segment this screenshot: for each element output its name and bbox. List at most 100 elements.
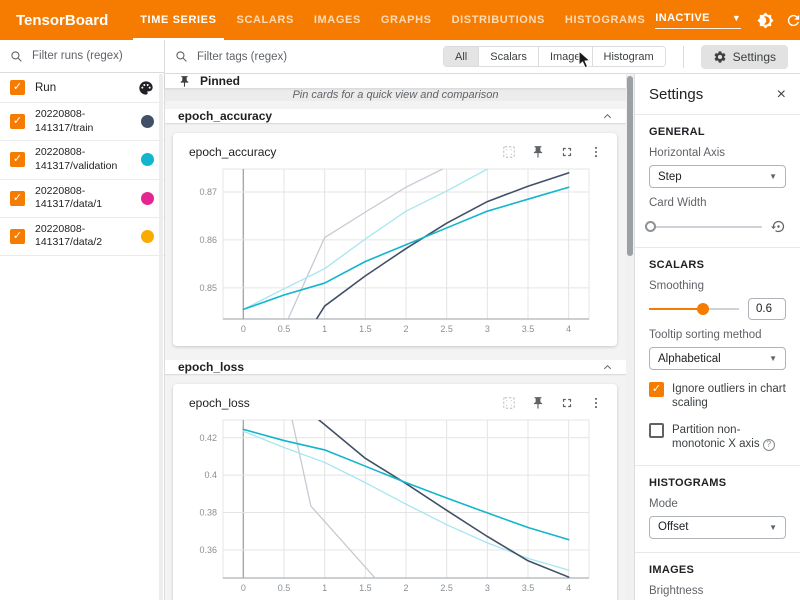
svg-text:0.36: 0.36 <box>199 545 217 555</box>
chip-scalars[interactable]: Scalars <box>479 47 539 66</box>
partition-x-row[interactable]: ✓ Partition non-monotonic X axis? <box>649 423 786 452</box>
run-row-validation[interactable]: ✓ 20220808-141317/validation <box>0 141 164 179</box>
section-title: SCALARS <box>649 259 786 271</box>
tab-time-series[interactable]: TIME SERIES <box>130 0 226 40</box>
main-scrollbar[interactable] <box>626 74 634 600</box>
section-title: epoch_accuracy <box>178 109 272 123</box>
chevron-up-icon[interactable] <box>602 111 613 122</box>
run-checkbox[interactable]: ✓ <box>10 152 25 167</box>
epoch-loss-card: epoch_loss <box>173 384 617 600</box>
fullscreen-icon[interactable] <box>560 396 574 410</box>
chip-image[interactable]: Image <box>539 47 593 66</box>
data-table-toggle-icon[interactable] <box>502 145 516 159</box>
chevron-down-icon: ▼ <box>769 523 777 532</box>
svg-text:0.4: 0.4 <box>204 470 217 480</box>
svg-text:2: 2 <box>403 324 408 334</box>
kebab-menu-icon[interactable] <box>589 396 603 410</box>
settings-section-histograms: HISTOGRAMS Mode Offset ▼ <box>635 465 800 552</box>
chip-all[interactable]: All <box>444 47 479 66</box>
filter-runs-row[interactable]: Filter runs (regex) <box>0 40 164 73</box>
select-all-runs-checkbox[interactable]: ✓ <box>10 80 25 95</box>
app-header: TensorBoard TIME SERIES SCALARS IMAGES G… <box>0 0 800 40</box>
tab-images[interactable]: IMAGES <box>304 0 371 40</box>
run-color-dot <box>141 230 154 243</box>
run-row-data-2[interactable]: ✓ 20220808-141317/data/2 <box>0 218 164 256</box>
close-icon[interactable]: × <box>777 87 786 103</box>
svg-text:0.38: 0.38 <box>199 508 217 518</box>
palette-icon[interactable] <box>138 80 154 96</box>
header-right: INACTIVE ▼ <box>655 0 800 40</box>
histogram-mode-value: Offset <box>658 521 688 533</box>
svg-text:1.5: 1.5 <box>359 324 372 334</box>
svg-text:1.5: 1.5 <box>359 583 372 593</box>
pin-icon[interactable] <box>531 145 545 159</box>
svg-text:0: 0 <box>241 583 246 593</box>
histogram-mode-label: Mode <box>649 498 786 510</box>
ignore-outliers-row[interactable]: ✓ Ignore outliers in chart scaling <box>649 382 786 411</box>
svg-text:4: 4 <box>566 583 571 593</box>
data-table-toggle-icon[interactable] <box>502 396 516 410</box>
run-checkbox[interactable]: ✓ <box>10 114 25 129</box>
status-select-underline <box>655 28 741 29</box>
card-width-label: Card Width <box>649 197 786 209</box>
svg-text:0.5: 0.5 <box>278 324 291 334</box>
run-color-dot <box>141 192 154 205</box>
partition-x-checkbox[interactable]: ✓ <box>649 423 664 438</box>
run-row-data-1[interactable]: ✓ 20220808-141317/data/1 <box>0 180 164 218</box>
run-checkbox[interactable]: ✓ <box>10 191 25 206</box>
settings-panel-title: Settings <box>649 86 703 103</box>
smoothing-slider[interactable] <box>649 303 739 315</box>
filter-runs-input[interactable]: Filter runs (regex) <box>32 50 123 62</box>
tooltip-sorting-value: Alphabetical <box>658 353 721 365</box>
epoch-accuracy-chart[interactable]: 00.511.522.533.540.850.860.87 <box>179 163 603 339</box>
card-width-slider[interactable] <box>649 221 762 233</box>
smoothing-value-input[interactable]: 0.6 <box>748 298 786 320</box>
tab-graphs[interactable]: GRAPHS <box>371 0 442 40</box>
pinned-title: Pinned <box>200 74 240 88</box>
horizontal-axis-select[interactable]: Step ▼ <box>649 165 786 188</box>
refresh-icon[interactable] <box>779 6 800 34</box>
tab-scalars[interactable]: SCALARS <box>227 0 304 40</box>
help-icon[interactable]: ? <box>763 439 775 451</box>
run-checkbox[interactable]: ✓ <box>10 229 25 244</box>
dark-mode-toggle-icon[interactable] <box>751 6 779 34</box>
chevron-up-icon[interactable] <box>602 362 613 373</box>
nav-tabs: TIME SERIES SCALARS IMAGES GRAPHS DISTRI… <box>130 0 655 40</box>
epoch-accuracy-card: epoch_accuracy <box>173 133 617 346</box>
run-row-train[interactable]: ✓ 20220808-141317/train <box>0 103 164 141</box>
chevron-down-icon: ▼ <box>769 172 777 181</box>
settings-section-general: GENERAL Horizontal Axis Step ▼ Card Widt… <box>635 114 800 247</box>
horizontal-axis-label: Horizontal Axis <box>649 147 786 159</box>
settings-button[interactable]: Settings <box>701 45 788 69</box>
run-color-dot <box>141 153 154 166</box>
scrollbar-thumb[interactable] <box>627 76 633 256</box>
tab-histograms[interactable]: HISTOGRAMS <box>555 0 655 40</box>
ignore-outliers-label: Ignore outliers in chart scaling <box>672 382 786 411</box>
section-epoch-accuracy[interactable]: epoch_accuracy <box>165 109 626 123</box>
epoch-loss-chart[interactable]: 00.511.522.533.540.360.380.40.42 <box>179 414 603 598</box>
cards-area: Pinned Pin cards for a quick view and co… <box>165 74 626 600</box>
fullscreen-icon[interactable] <box>560 145 574 159</box>
card-title: epoch_accuracy <box>189 145 276 159</box>
filter-tags-input[interactable]: Filter tags (regex) <box>197 51 287 63</box>
ignore-outliers-checkbox[interactable]: ✓ <box>649 382 664 397</box>
kebab-menu-icon[interactable] <box>589 145 603 159</box>
histogram-mode-select[interactable]: Offset ▼ <box>649 516 786 539</box>
tooltip-sorting-label: Tooltip sorting method <box>649 329 786 341</box>
section-title: GENERAL <box>649 126 786 138</box>
run-label: 20220808-141317/data/2 <box>35 223 137 250</box>
tab-distributions[interactable]: DISTRIBUTIONS <box>442 0 555 40</box>
svg-text:0: 0 <box>241 324 246 334</box>
section-epoch-loss[interactable]: epoch_loss <box>165 360 626 374</box>
tooltip-sorting-select[interactable]: Alphabetical ▼ <box>649 347 786 370</box>
search-icon <box>10 50 23 63</box>
status-select-value: INACTIVE <box>655 12 710 24</box>
brightness-label: Brightness <box>649 585 786 597</box>
gear-icon <box>713 50 727 64</box>
chip-histogram[interactable]: Histogram <box>593 47 665 66</box>
sidebar-scrollbar[interactable] <box>159 74 163 600</box>
pin-icon[interactable] <box>531 396 545 410</box>
svg-text:4: 4 <box>566 324 571 334</box>
reset-icon[interactable] <box>771 219 786 234</box>
status-select[interactable]: INACTIVE ▼ <box>655 12 741 29</box>
